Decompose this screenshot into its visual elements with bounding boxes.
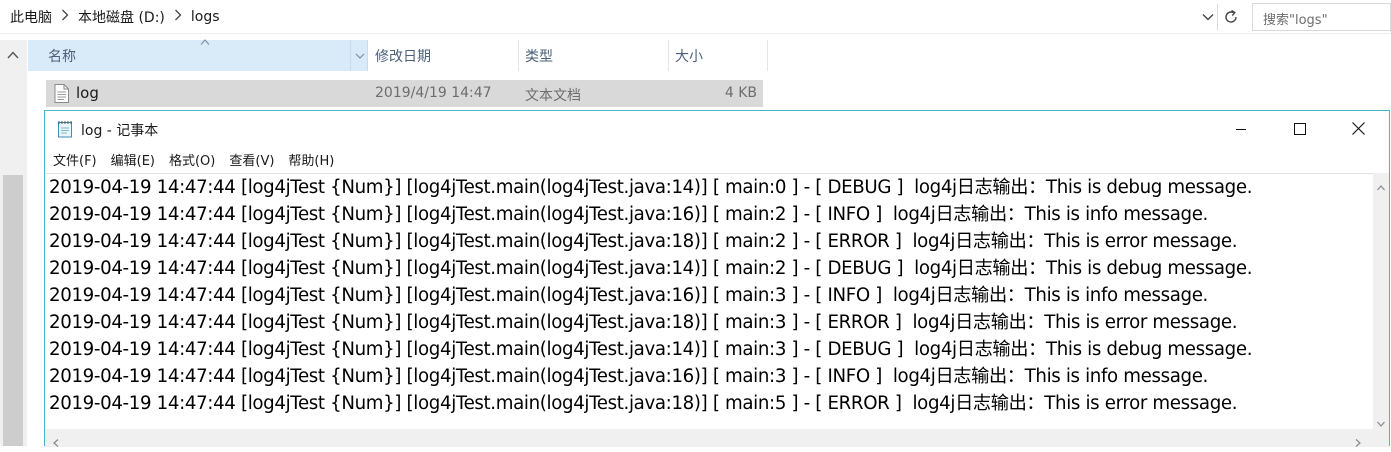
column-date-label: 修改日期 xyxy=(375,48,431,65)
sort-ascending-icon xyxy=(200,38,210,49)
notepad-icon xyxy=(56,120,74,138)
log-line: 2019-04-19 14:47:44 [log4jTest {Num}] [l… xyxy=(49,339,1253,360)
close-button[interactable] xyxy=(1329,111,1387,147)
column-name-label: 名称 xyxy=(48,48,76,65)
menu-bar: 文件(F) 编辑(E) 格式(O) 查看(V) 帮助(H) xyxy=(45,147,1389,172)
menu-format[interactable]: 格式(O) xyxy=(169,150,222,169)
scrollbar-corner xyxy=(1373,429,1389,447)
text-file-icon xyxy=(54,84,69,103)
maximize-icon xyxy=(1294,120,1306,139)
column-size-label: 大小 xyxy=(675,48,703,65)
log-line: 2019-04-19 14:47:44 [log4jTest {Num}] [l… xyxy=(49,393,1238,414)
menu-view[interactable]: 查看(V) xyxy=(229,150,281,169)
address-divider xyxy=(1217,4,1218,30)
chevron-down-icon[interactable] xyxy=(350,40,368,71)
log-line: 2019-04-19 14:47:44 [log4jTest {Num}] [l… xyxy=(49,366,1208,387)
chevron-left-icon[interactable] xyxy=(51,433,61,447)
file-type: 文本文档 xyxy=(525,88,581,104)
breadcrumb-drive-d[interactable]: 本地磁盘 (D:) xyxy=(76,7,167,27)
log-line: 2019-04-19 14:47:44 [log4jTest {Num}] [l… xyxy=(49,231,1238,252)
scrollbar-thumb[interactable] xyxy=(3,175,23,446)
file-row[interactable]: log 2019/4/19 14:47 文本文档 4 KB xyxy=(46,80,763,107)
minimize-icon xyxy=(1235,120,1247,139)
chevron-right-icon[interactable] xyxy=(54,9,76,25)
search-input[interactable]: 搜索"logs" xyxy=(1252,3,1391,31)
log-line: 2019-04-19 14:47:44 [log4jTest {Num}] [l… xyxy=(49,204,1208,225)
column-headers: 名称 修改日期 类型 大小 xyxy=(28,38,768,71)
navigation-pane-scrollbar[interactable] xyxy=(0,40,27,446)
minimize-button[interactable] xyxy=(1212,111,1270,147)
text-editor[interactable]: 2019-04-19 14:47:44 [log4jTest {Num}] [l… xyxy=(45,173,1373,429)
file-name: log xyxy=(76,84,99,102)
menu-edit[interactable]: 编辑(E) xyxy=(111,150,162,169)
chevron-up-icon[interactable] xyxy=(1376,178,1386,191)
breadcrumb-logs[interactable]: logs xyxy=(189,9,222,25)
column-header-size[interactable]: 大小 xyxy=(669,40,768,71)
log-line: 2019-04-19 14:47:44 [log4jTest {Num}] [l… xyxy=(49,177,1253,198)
close-icon xyxy=(1351,120,1365,139)
log-line: 2019-04-19 14:47:44 [log4jTest {Num}] [l… xyxy=(49,258,1253,279)
chevron-down-icon[interactable] xyxy=(1200,9,1216,25)
log-line: 2019-04-19 14:47:44 [log4jTest {Num}] [l… xyxy=(49,285,1208,306)
file-date: 2019/4/19 14:47 xyxy=(375,85,492,101)
breadcrumb-this-pc[interactable]: 此电脑 xyxy=(8,7,54,27)
chevron-up-icon[interactable] xyxy=(6,46,20,59)
column-header-name[interactable]: 名称 xyxy=(28,38,368,71)
file-size: 4 KB xyxy=(724,85,757,101)
notepad-window: log - 记事本 文件(F) 编辑(E) 格式(O) 查看(V) 帮助(H) … xyxy=(44,110,1390,447)
chevron-right-icon[interactable] xyxy=(167,9,189,25)
chevron-down-icon[interactable] xyxy=(1376,414,1386,427)
breadcrumb: 此电脑 本地磁盘 (D:) logs xyxy=(8,6,222,28)
address-bar[interactable]: 此电脑 本地磁盘 (D:) logs xyxy=(0,0,1391,34)
column-type-label: 类型 xyxy=(525,48,553,65)
log-line: 2019-04-19 14:47:44 [log4jTest {Num}] [l… xyxy=(49,312,1238,333)
column-header-date[interactable]: 修改日期 xyxy=(369,40,519,71)
file-explorer-window: 此电脑 本地磁盘 (D:) logs 搜索"logs" 名称 修改日期 类型 大… xyxy=(0,0,1391,447)
menu-file[interactable]: 文件(F) xyxy=(53,150,104,169)
chevron-right-icon[interactable] xyxy=(1353,433,1363,447)
vertical-scrollbar[interactable] xyxy=(1373,173,1389,429)
horizontal-scrollbar[interactable] xyxy=(45,429,1373,447)
menu-help[interactable]: 帮助(H) xyxy=(288,150,341,169)
maximize-button[interactable] xyxy=(1271,111,1329,147)
notepad-titlebar[interactable]: log - 记事本 xyxy=(45,111,1389,147)
notepad-title: log - 记事本 xyxy=(81,123,159,139)
column-header-type[interactable]: 类型 xyxy=(519,40,669,71)
refresh-icon[interactable] xyxy=(1222,8,1240,26)
search-placeholder: 搜索"logs" xyxy=(1263,13,1328,28)
